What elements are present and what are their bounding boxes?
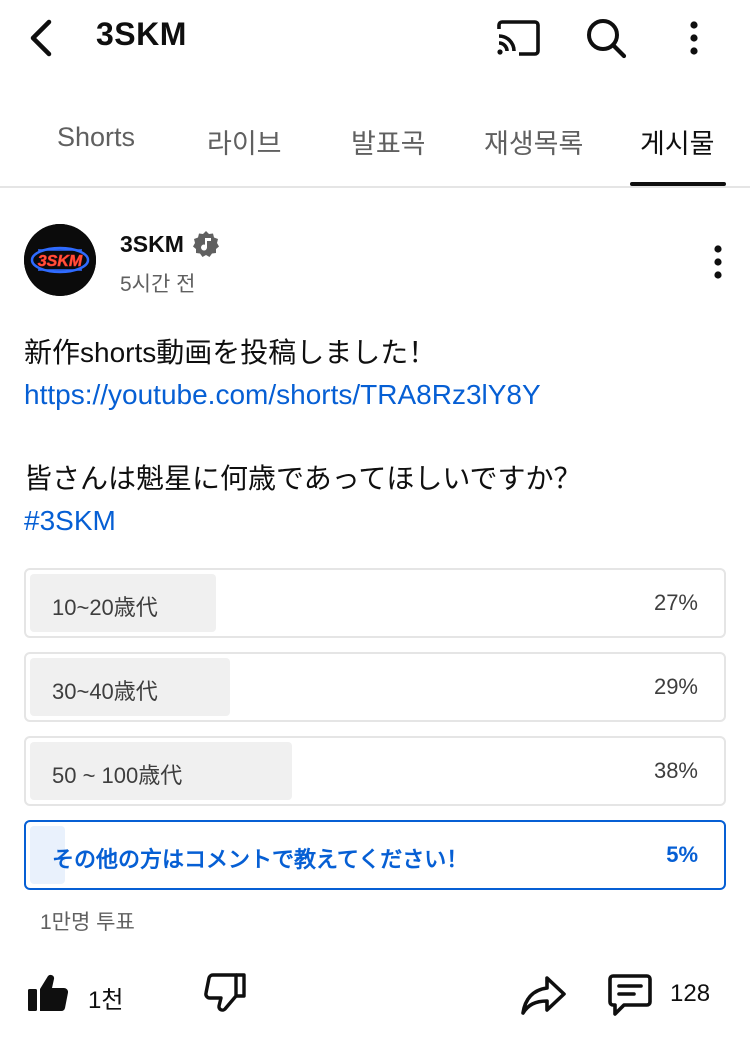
- poll-option-percent: 38%: [653, 758, 698, 783]
- comment-count: 128: [670, 980, 711, 1007]
- comment-icon: [608, 974, 652, 1016]
- poll-option[interactable]: 30~40歳代 29%: [24, 652, 726, 722]
- poll-option-label: 30~40歳代: [52, 679, 158, 704]
- post-link[interactable]: https://youtube.com/shorts/TRA8Rz3lY8Y: [24, 374, 734, 416]
- music-verified-icon: [192, 231, 219, 257]
- poll-option[interactable]: 50 ~ 100歳代 38%: [24, 736, 726, 806]
- channel-tabs: Shorts 라이브 발표곡 재생목록 게시물: [0, 100, 750, 188]
- share-icon: [521, 976, 566, 1015]
- like-count: 1천: [88, 987, 124, 1014]
- tab-playlists[interactable]: 재생목록: [484, 122, 583, 161]
- channel-title: 3SKM: [96, 16, 187, 52]
- poll: 10~20歳代 27% 30~40歳代 29% 50 ~ 100歳代 38% そ…: [24, 568, 726, 904]
- post-author[interactable]: 3SKM: [120, 230, 220, 258]
- top-app-bar: 3SKM: [0, 0, 750, 80]
- tab-shorts[interactable]: Shorts: [57, 122, 135, 153]
- thumbs-up-filled-icon: [28, 974, 69, 1012]
- poll-vote-count: 1만명 투표: [40, 911, 135, 934]
- dislike-button[interactable]: [200, 968, 250, 1018]
- poll-option[interactable]: 10~20歳代 27%: [24, 568, 726, 638]
- cast-icon: [497, 20, 540, 56]
- search-icon: [587, 19, 627, 59]
- search-button[interactable]: [580, 12, 632, 64]
- poll-option-selected[interactable]: その他の方はコメントで教えてください！ 5%: [24, 820, 726, 890]
- thumbs-down-icon: [204, 973, 246, 1012]
- post-text-line: 新作shorts動画を投稿しました！: [24, 337, 437, 368]
- tab-posts[interactable]: 게시물: [640, 122, 715, 161]
- poll-option-percent: 5%: [666, 842, 698, 867]
- post-header: 3SKM 3SKM 5시간 전: [0, 222, 750, 302]
- post-more-button[interactable]: [700, 240, 736, 284]
- like-button[interactable]: [24, 968, 72, 1018]
- hashtag-link[interactable]: #3SKM: [24, 500, 734, 542]
- post-actions: 1천 128: [0, 960, 750, 1040]
- poll-option-percent: 27%: [653, 590, 698, 615]
- poll-option-percent: 29%: [653, 674, 698, 699]
- tab-live[interactable]: 라이브: [207, 122, 282, 161]
- more-options-button[interactable]: [676, 12, 712, 64]
- more-vert-icon: [690, 21, 698, 55]
- back-button[interactable]: [18, 14, 62, 62]
- cast-button[interactable]: [492, 14, 544, 62]
- post-body: 新作shorts動画を投稿しました！ https://youtube.com/s…: [24, 332, 734, 542]
- post-time: 5시간 전: [120, 273, 196, 296]
- poll-option-label: その他の方はコメントで教えてください！: [52, 847, 469, 872]
- back-arrow-icon: [30, 19, 52, 57]
- author-name: 3SKM: [120, 230, 184, 257]
- post-text-line: 皆さんは魁星に何歳であってほしいですか？: [24, 463, 582, 494]
- tab-releases[interactable]: 발표곡: [351, 122, 426, 161]
- comments-button[interactable]: [604, 970, 656, 1020]
- active-tab-indicator: [630, 182, 726, 186]
- poll-option-label: 10~20歳代: [52, 595, 158, 620]
- svg-text:3SKM: 3SKM: [38, 253, 83, 270]
- share-button[interactable]: [516, 970, 570, 1020]
- channel-logo-icon: 3SKM: [24, 224, 96, 296]
- poll-option-label: 50 ~ 100歳代: [52, 763, 183, 788]
- avatar[interactable]: 3SKM: [24, 224, 96, 296]
- more-vert-icon: [714, 245, 722, 279]
